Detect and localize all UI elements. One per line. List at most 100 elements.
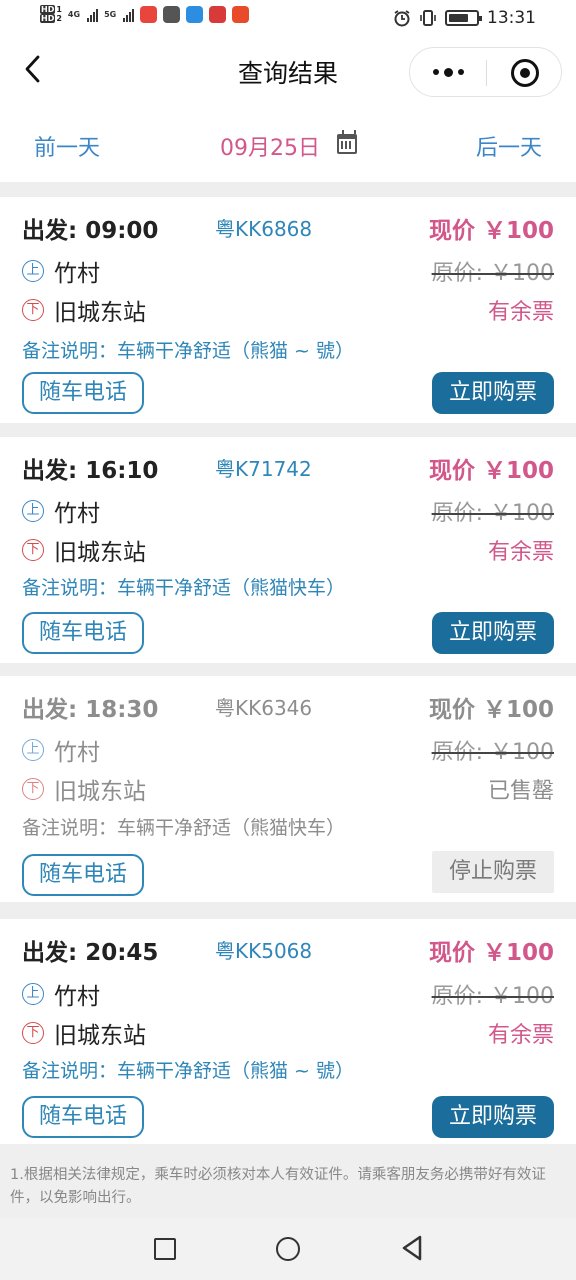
vibrate-icon (420, 10, 436, 26)
alighting-stop-name: 旧城东站 (54, 540, 146, 566)
status-time: 13:31 (487, 8, 536, 28)
plate-number: 粤KK6346 (215, 696, 313, 720)
boarding-stop-name: 竹村 (54, 261, 100, 287)
status-right: 13:31 (393, 8, 536, 28)
plate-number: 粤K71742 (215, 457, 312, 481)
app-notification-icon (140, 5, 158, 23)
next-day-button[interactable]: 后一天 (476, 130, 542, 162)
boarding-stop: 上 竹村 (22, 977, 100, 1011)
hd-label: HD (40, 5, 56, 14)
trip-header: 出发: 16:10 粤K71742 现价 ￥100 (22, 451, 554, 484)
departure-time: 出发: 20:45 (22, 940, 159, 966)
current-price: 现价 ￥100 (428, 697, 554, 723)
more-dots-icon (432, 69, 439, 75)
title-bar: 查询结果 (0, 38, 576, 106)
app-notification-icon (186, 5, 204, 23)
buy-ticket-button[interactable]: 立即购票 (432, 612, 554, 654)
home-button[interactable] (276, 1237, 300, 1261)
calendar-icon[interactable] (337, 130, 357, 154)
original-price: 原价: ￥100 (431, 501, 554, 526)
signal-icon (87, 6, 99, 22)
date-navigation: 前一天 09月25日 后一天 (0, 106, 576, 182)
driver-phone-button[interactable]: 随车电话 (22, 372, 144, 414)
buy-ticket-button[interactable]: 立即购票 (432, 372, 554, 414)
boarding-stop: 上 竹村 (22, 733, 100, 767)
mini-program-capsule (409, 47, 562, 97)
original-price: 原价: ￥100 (431, 740, 554, 765)
alarm-icon (394, 10, 410, 27)
legal-footnote: 1.根据相关法律规定，乘车时必须核对本人有效证件。请乘客朋友务必携带好有效证件，… (0, 1144, 576, 1218)
selected-date[interactable]: 09月25日 (220, 130, 320, 162)
alight-tag-icon: 下 (22, 1022, 44, 1044)
network-type-2: 5G (104, 9, 117, 19)
trip-header: 出发: 09:00 粤KK6868 现价 ￥100 (22, 211, 554, 244)
alighting-stop: 下 旧城东站 (22, 772, 146, 806)
boarding-stop-name: 竹村 (54, 740, 100, 766)
trip-note: 备注说明：车辆干净舒适（熊猫 ~ 號） (22, 1060, 354, 1082)
trip-card: 出发: 16:10 粤K71742 现价 ￥100 上 竹村 原价: ￥100 … (0, 437, 576, 663)
ticket-status: 有余票 (487, 540, 554, 565)
departure-time: 出发: 16:10 (22, 458, 159, 484)
ticket-status: 已售罄 (487, 779, 554, 804)
more-button[interactable] (410, 48, 486, 96)
trip-card: 出发: 09:00 粤KK6868 现价 ￥100 上 竹村 原价: ￥100 … (0, 197, 576, 423)
capsule-divider (486, 60, 487, 86)
current-price: 现价 ￥100 (428, 218, 554, 244)
trip-header: 出发: 20:45 粤KK5068 现价 ￥100 (22, 933, 554, 966)
boarding-stop-name: 竹村 (54, 984, 100, 1010)
ticket-status: 有余票 (487, 300, 554, 325)
boarding-stop-name: 竹村 (54, 501, 100, 527)
trip-note: 备注说明：车辆干净舒适（熊猫快车） (22, 817, 346, 839)
alight-tag-icon: 下 (22, 539, 44, 561)
boarding-stop: 上 竹村 (22, 494, 100, 528)
hd-indicators: HD 1 HD 2 (40, 5, 62, 23)
driver-phone-button[interactable]: 随车电话 (22, 612, 144, 654)
original-price: 原价: ￥100 (431, 984, 554, 1009)
app-notification-icon (209, 5, 227, 23)
signal-icon (123, 6, 135, 22)
board-tag-icon: 上 (22, 739, 44, 761)
current-price: 现价 ￥100 (428, 940, 554, 966)
buy-ticket-button[interactable]: 立即购票 (432, 1096, 554, 1138)
ticket-status: 有余票 (487, 1023, 554, 1048)
board-tag-icon: 上 (22, 983, 44, 1005)
alighting-stop-name: 旧城东站 (54, 1023, 146, 1049)
board-tag-icon: 上 (22, 500, 44, 522)
status-bar: HD 1 HD 2 4G 5G 13:31 (0, 0, 576, 38)
close-button[interactable] (511, 59, 539, 87)
driver-phone-button[interactable]: 随车电话 (22, 1096, 144, 1138)
battery-icon (445, 10, 482, 26)
alighting-stop-name: 旧城东站 (54, 779, 146, 805)
sim-label: 1 (56, 5, 62, 14)
alighting-stop: 下 旧城东站 (22, 1016, 146, 1050)
departure-time: 出发: 18:30 (22, 697, 159, 723)
alight-tag-icon: 下 (22, 778, 44, 800)
stop-sale-button: 停止购票 (432, 851, 554, 893)
trip-note: 备注说明：车辆干净舒适（熊猫 ~ 號） (22, 340, 354, 362)
network-type-1: 4G (67, 9, 81, 19)
prev-day-button[interactable]: 前一天 (34, 130, 100, 162)
alighting-stop: 下 旧城东站 (22, 533, 146, 567)
alighting-stop: 下 旧城东站 (22, 293, 146, 327)
recent-apps-button[interactable] (154, 1238, 176, 1260)
message-icon (163, 5, 181, 23)
sim-label: 2 (56, 14, 62, 23)
departure-time: 出发: 09:00 (22, 218, 159, 244)
status-left: HD 1 HD 2 4G 5G (40, 5, 250, 23)
alighting-stop-name: 旧城东站 (54, 300, 146, 326)
current-price: 现价 ￥100 (428, 458, 554, 484)
driver-phone-button[interactable]: 随车电话 (22, 854, 144, 896)
taobao-icon (232, 5, 250, 23)
triangle-back-icon (402, 1235, 422, 1261)
system-nav-bar (0, 1218, 576, 1280)
trip-note: 备注说明：车辆干净舒适（熊猫快车） (22, 577, 346, 599)
plate-number: 粤KK5068 (215, 939, 313, 963)
hd-label: HD (40, 14, 56, 23)
trip-header: 出发: 18:30 粤KK6346 现价 ￥100 (22, 690, 554, 723)
boarding-stop: 上 竹村 (22, 254, 100, 288)
board-tag-icon: 上 (22, 260, 44, 282)
plate-number: 粤KK6868 (215, 217, 313, 241)
trip-card: 出发: 20:45 粤KK5068 现价 ￥100 上 竹村 原价: ￥100 … (0, 919, 576, 1145)
trip-card-sold-out: 出发: 18:30 粤KK6346 现价 ￥100 上 竹村 原价: ￥100 … (0, 676, 576, 902)
original-price: 原价: ￥100 (431, 261, 554, 286)
